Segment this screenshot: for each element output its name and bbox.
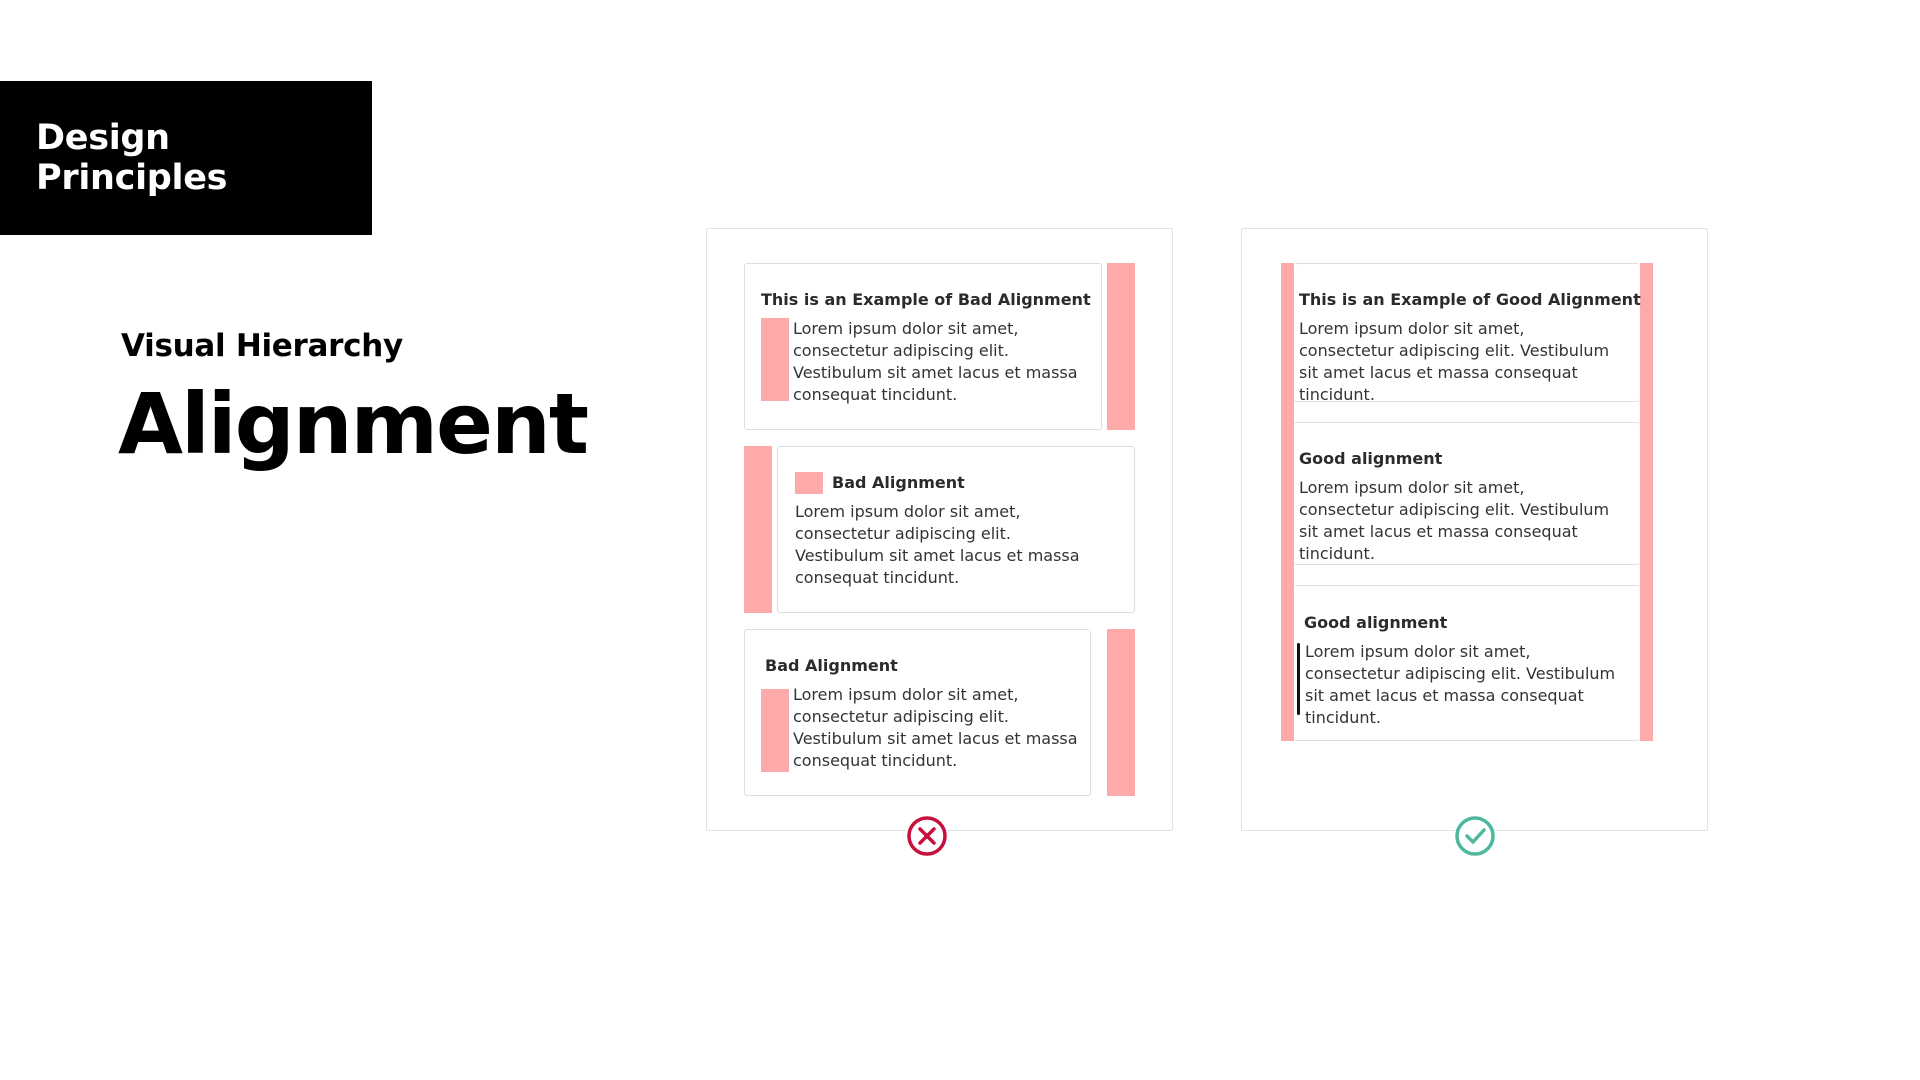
good-left-guide (1281, 263, 1294, 741)
good-card-1-text: Lorem ipsum dolor sit amet, consectetur … (1299, 319, 1610, 404)
good-card-3-title: Good alignment (1304, 613, 1448, 632)
good-card-1-title: This is an Example of Good Alignment (1299, 290, 1641, 309)
bad-card-2-title-marker (795, 472, 823, 494)
section-label: Visual Hierarchy (121, 328, 403, 364)
text-cursor-bar (1297, 643, 1300, 715)
cross-circle-icon (907, 816, 947, 856)
bad-card-2-left-marker (744, 446, 772, 613)
bad-card-3-title: Bad Alignment (765, 656, 898, 675)
bad-card-2-title: Bad Alignment (832, 473, 965, 492)
bad-card-3-left-marker (761, 689, 789, 772)
bad-card-1-text: Lorem ipsum dolor sit amet, consectetur … (793, 319, 1078, 404)
bad-card-2-text: Lorem ipsum dolor sit amet, consectetur … (795, 502, 1080, 587)
good-card-2-text: Lorem ipsum dolor sit amet, consectetur … (1299, 478, 1610, 563)
check-circle-icon (1455, 816, 1495, 856)
good-right-guide (1640, 263, 1653, 741)
good-card-2-title: Good alignment (1299, 449, 1443, 468)
page-title: Alignment (118, 375, 589, 473)
badge-title: Design Principles (36, 118, 228, 198)
bad-card-3-text: Lorem ipsum dolor sit amet, consectetur … (793, 685, 1078, 770)
good-card-3-text: Lorem ipsum dolor sit amet, consectetur … (1305, 642, 1616, 727)
bad-card-1-left-marker (761, 318, 789, 401)
design-principles-badge: Design Principles (0, 81, 372, 235)
bad-card-1-right-marker (1107, 263, 1135, 430)
bad-card-1-title: This is an Example of Bad Alignment (761, 290, 1091, 309)
bad-card-3-right-marker (1107, 629, 1135, 796)
